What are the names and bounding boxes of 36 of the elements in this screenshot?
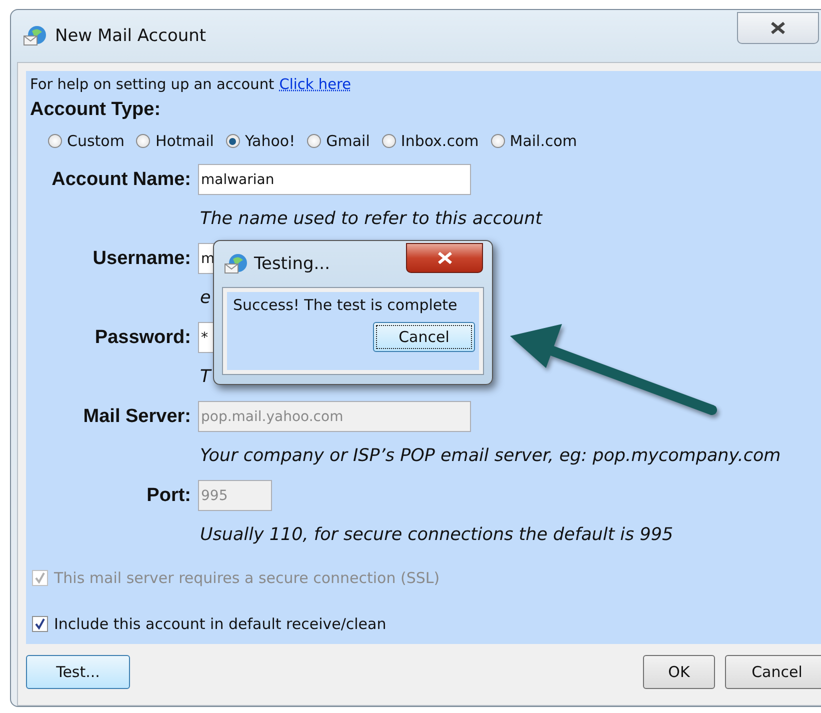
field-label: Account Name: [50, 168, 191, 191]
field-hint: Your company or ISP’s POP email server, eg: pop.mycompany.com [200, 446, 781, 466]
input-field[interactable]: malwarian [198, 164, 471, 196]
window-title: New Mail Account [55, 26, 206, 46]
close-button[interactable] [737, 12, 819, 44]
field-hint: e [200, 288, 211, 308]
close-icon [769, 21, 787, 35]
checkbox[interactable]: Include this account in default receive/clean [30, 601, 821, 647]
close-button[interactable] [406, 243, 483, 273]
help-link[interactable]: Click here [279, 77, 352, 93]
field-hint: T [200, 367, 211, 388]
help-text: For help on setting up an account [30, 77, 274, 93]
field-label: Password: [94, 326, 191, 349]
field-hint: Usually 110, for secure connections the default is 995 [200, 525, 674, 546]
mail-globe-icon [224, 253, 248, 275]
check-icon [34, 618, 46, 630]
field-label: Mail Server: [82, 406, 191, 428]
popup-title: Testing... [254, 254, 330, 274]
radio-option[interactable]: Mail.com [490, 132, 578, 150]
cancel-button[interactable]: Cancel [373, 322, 475, 352]
field-hint: The name used to refer to this account [200, 209, 542, 230]
test-button[interactable]: Test... [26, 655, 130, 689]
radio-option[interactable]: Yahoo! [226, 132, 296, 150]
dialog-button[interactable]: Cancel [725, 655, 821, 689]
radio-option[interactable]: Inbox.com [382, 132, 479, 150]
radio-option[interactable]: Hotmail [136, 132, 214, 150]
close-icon [436, 251, 454, 265]
field-label: Port: [146, 484, 191, 507]
field-label: Username: [92, 248, 191, 270]
radio-option[interactable]: Gmail [307, 132, 370, 150]
radio-option[interactable]: Custom [48, 132, 124, 150]
dialog-button[interactable]: OK [643, 655, 715, 689]
section-label: Account Type: [30, 99, 161, 121]
mail-globe-icon [23, 25, 47, 47]
check-icon [34, 572, 46, 584]
popup-message: Success! The test is complete [233, 296, 458, 314]
